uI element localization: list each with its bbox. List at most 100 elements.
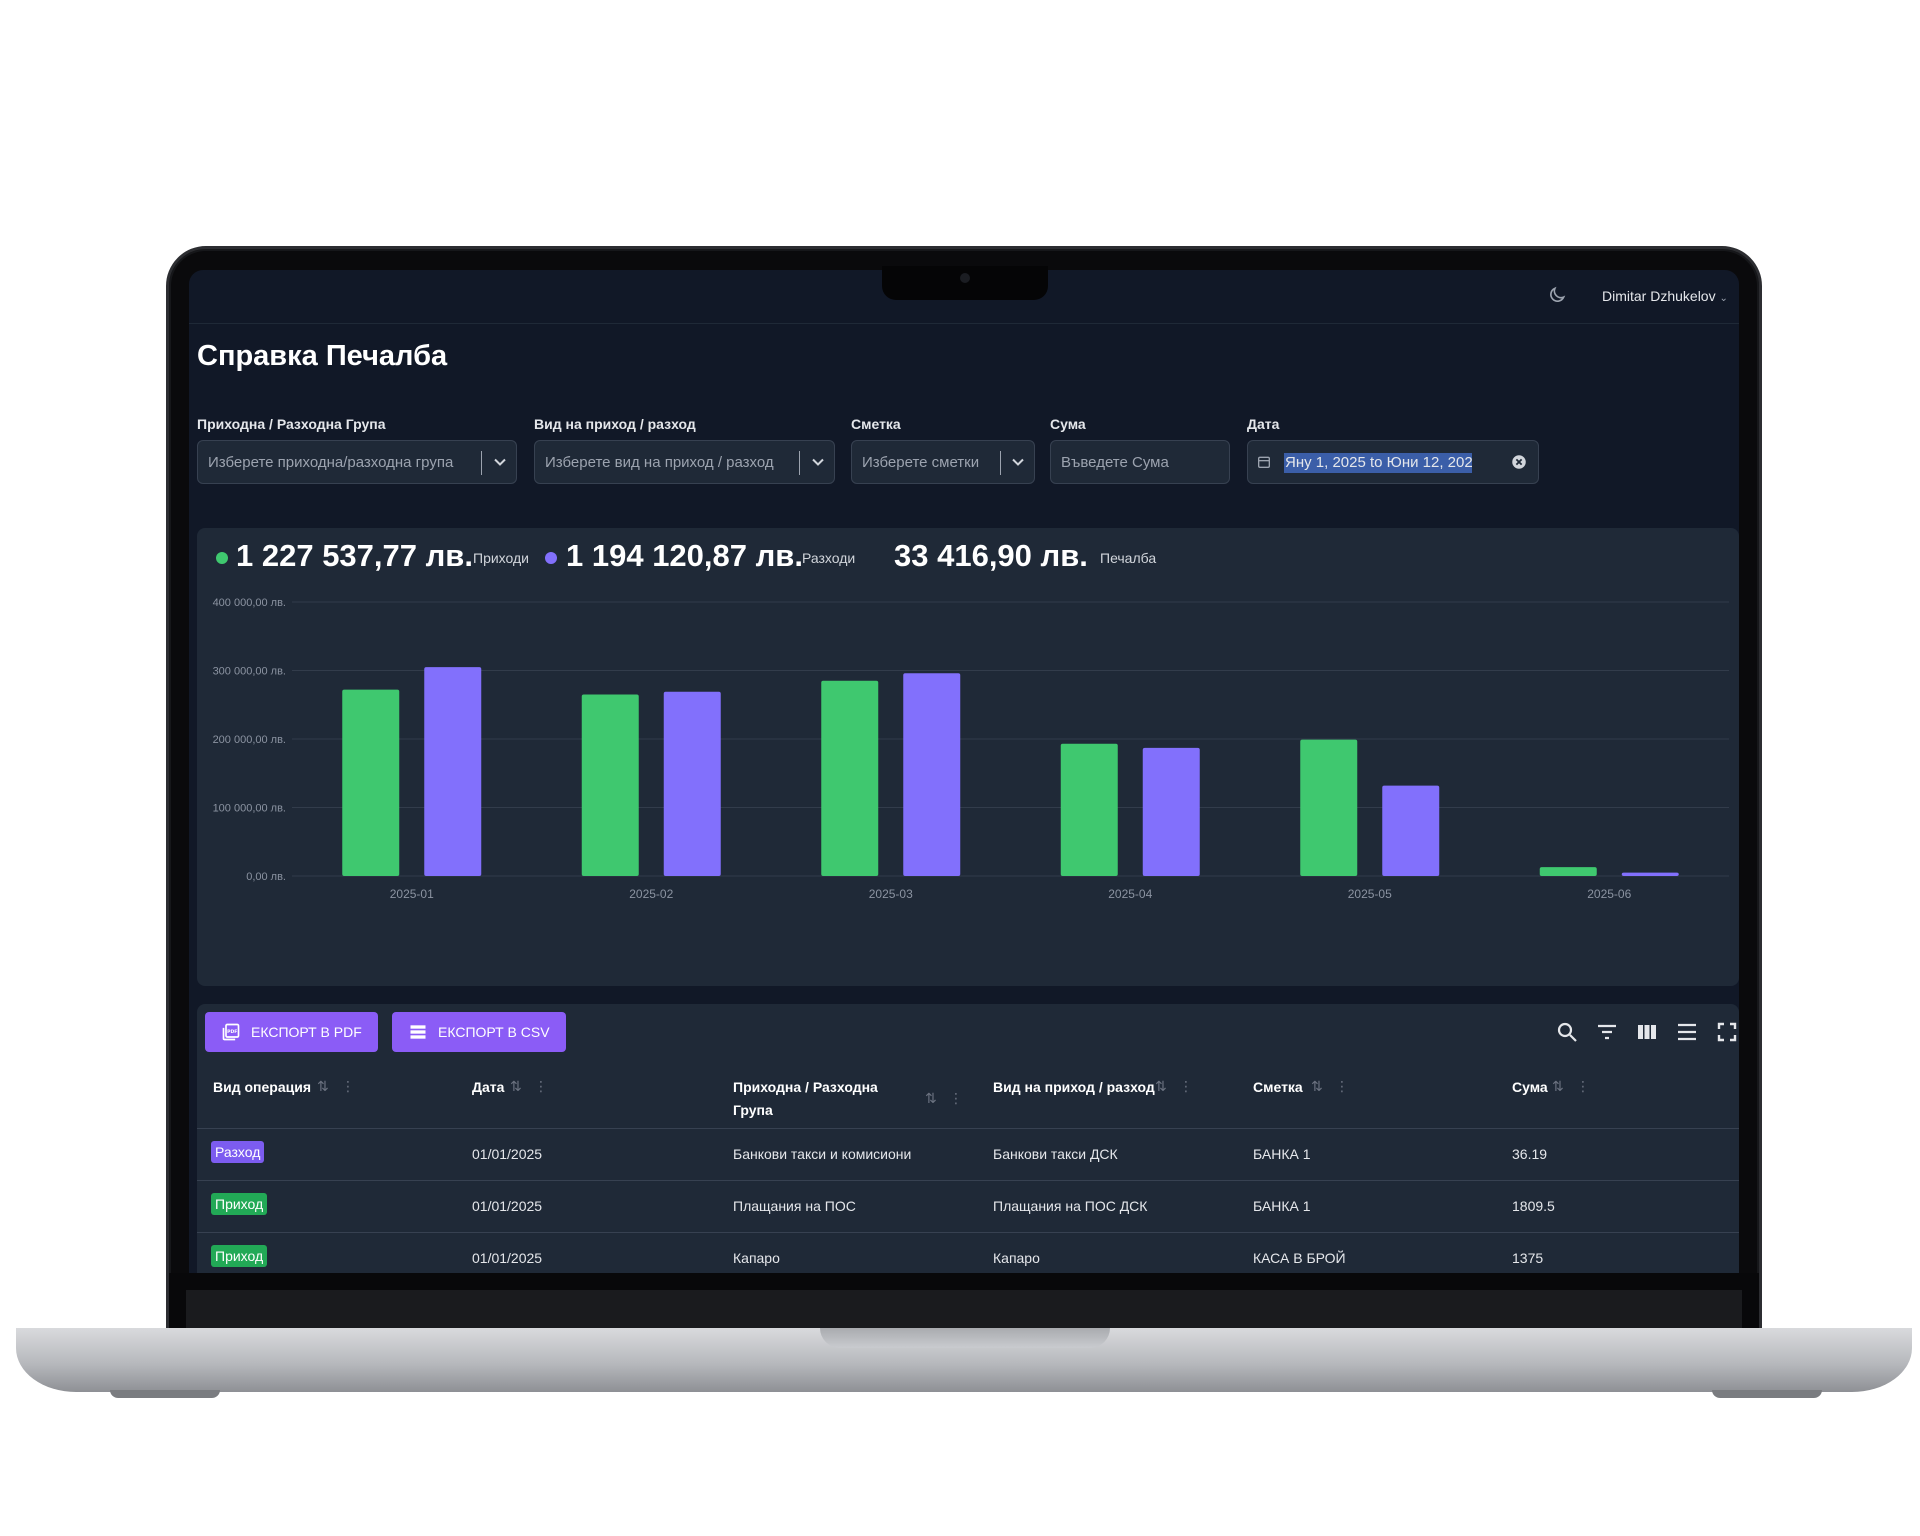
calendar-icon [1258,456,1270,468]
chevron-down-icon[interactable] [1008,451,1028,473]
x-tick-label: 2025-04 [1108,887,1152,901]
income-bar[interactable] [1060,743,1118,876]
operation-badge: Разход [211,1141,265,1163]
income-bar[interactable] [1300,739,1358,876]
filter-icon[interactable] [1595,1020,1619,1044]
density-icon[interactable] [1675,1020,1699,1044]
operation-badge: Приход [211,1245,268,1267]
columns-icon[interactable] [1635,1020,1659,1044]
y-tick-label: 400 000,00 лв. [213,597,286,609]
amount-cell: 1375 [1512,1250,1544,1266]
clear-icon[interactable] [1510,453,1528,471]
expense-bar[interactable] [1382,785,1440,876]
expense-bar[interactable] [1621,872,1679,876]
account-select[interactable]: Изберете сметки [851,440,1035,484]
user-name: Dimitar Dzhukelov [1602,288,1716,304]
chevron-down-icon: ⌄ [1719,293,1728,304]
camera-icon [960,273,970,283]
table-row[interactable]: Приход 01/01/2025 Капаро Капаро КАСА В Б… [197,1232,1739,1273]
amount-input[interactable]: Въведете Сума [1050,440,1230,484]
column-header-operation[interactable]: Вид операция [213,1076,311,1099]
search-icon[interactable] [1555,1020,1579,1044]
type-cell: Капаро [993,1250,1040,1266]
expense-bar[interactable] [663,691,721,876]
y-tick-label: 0,00 лв. [246,871,286,883]
column-header-date[interactable]: Дата [472,1076,504,1099]
sort-icon[interactable]: ⇅ [1552,1078,1564,1095]
amount-cell: 1809.5 [1512,1198,1555,1214]
type-select-placeholder: Изберете вид на приход / разход [545,454,774,471]
column-menu-icon[interactable]: ⋮ [949,1090,963,1107]
y-tick-label: 100 000,00 лв. [213,803,286,815]
date-cell: 01/01/2025 [472,1250,543,1266]
group-select[interactable]: Изберете приходна/разходна група [197,440,517,484]
x-tick-label: 2025-01 [390,887,434,901]
export-csv-button[interactable]: ЕКСПОРТ В CSV [392,1012,566,1052]
page-title: Справка Печалба [197,340,448,372]
column-menu-icon[interactable]: ⋮ [1335,1078,1349,1095]
amount-cell: 36.19 [1512,1146,1548,1162]
svg-text:PDF: PDF [227,1029,237,1035]
date-filter-label: Дата [1247,416,1280,432]
export-csv-label: ЕКСПОРТ В CSV [438,1024,550,1040]
export-pdf-label: ЕКСПОРТ В PDF [251,1024,362,1040]
select-separator [481,451,482,475]
expense-bar[interactable] [1142,747,1200,876]
date-range-input[interactable]: Яну 1, 2025 to Юни 12, 2025 [1247,440,1539,484]
income-bar[interactable] [581,694,639,876]
column-header-amount[interactable]: Сума [1512,1076,1548,1099]
group-cell: Капаро [733,1250,780,1266]
bar-chart: 0,00 лв. 100 000,00 лв. 200 000,00 лв. 300 … [213,597,1729,901]
column-menu-icon[interactable]: ⋮ [534,1078,548,1095]
type-cell: Плащания на ПОС ДСК [993,1198,1148,1214]
chevron-down-icon[interactable] [808,451,828,473]
expense-bar[interactable] [903,673,961,876]
select-separator [1000,451,1001,475]
table-row[interactable]: Приход 01/01/2025 Плащания на ПОС Плащан… [197,1180,1739,1232]
sort-icon[interactable]: ⇅ [925,1090,937,1107]
export-pdf-button[interactable]: PDF ЕКСПОРТ В PDF [205,1012,378,1052]
group-cell: Плащания на ПОС [733,1198,856,1214]
column-menu-icon[interactable]: ⋮ [341,1078,355,1095]
income-bar[interactable] [821,680,879,876]
y-tick-label: 300 000,00 лв. [213,666,286,678]
table-row[interactable]: Разход 01/01/2025 Банкови такси и комиси… [197,1128,1739,1180]
moon-icon [1550,286,1566,302]
column-header-type[interactable]: Вид на приход / разход [993,1076,1155,1099]
chevron-down-icon[interactable] [490,451,510,473]
group-cell: Банкови такси и комисиони [733,1146,912,1162]
sort-icon[interactable]: ⇅ [510,1078,522,1095]
x-tick-label: 2025-02 [629,887,673,901]
user-menu[interactable]: Dimitar Dzhukelov ⌄ [1602,288,1728,304]
sort-icon[interactable]: ⇅ [317,1078,329,1095]
type-filter-label: Вид на приход / разход [534,416,696,432]
income-bar[interactable] [342,689,400,876]
column-header-account[interactable]: Сметка [1253,1076,1303,1099]
app-screen: Dimitar Dzhukelov ⌄ Справка Печалба Прих… [189,270,1739,1273]
y-tick-label: 200 000,00 лв. [213,734,286,746]
dark-mode-toggle[interactable] [1547,285,1567,305]
sort-icon[interactable]: ⇅ [1155,1078,1167,1095]
fullscreen-icon[interactable] [1715,1020,1739,1044]
amount-filter-label: Сума [1050,416,1086,432]
operation-badge: Приход [211,1193,268,1215]
date-range-value: Яну 1, 2025 to Юни 12, 2025 [1284,453,1472,473]
column-menu-icon[interactable]: ⋮ [1576,1078,1590,1095]
account-select-placeholder: Изберете сметки [862,454,980,471]
camera-notch [882,266,1048,300]
expense-bar[interactable] [424,667,482,876]
type-cell: Банкови такси ДСК [993,1146,1118,1162]
sort-icon[interactable]: ⇅ [1311,1078,1323,1095]
column-menu-icon[interactable]: ⋮ [1179,1078,1193,1095]
x-tick-label: 2025-03 [869,887,913,901]
date-cell: 01/01/2025 [472,1146,543,1162]
group-filter-label: Приходна / Разходна Група [197,416,386,432]
amount-input-placeholder: Въведете Сума [1061,454,1169,471]
trackpad-notch [820,1328,1110,1348]
type-select[interactable]: Изберете вид на приход / разход [534,440,835,484]
x-tick-label: 2025-05 [1348,887,1392,901]
hinge-strip [186,1290,1742,1328]
income-bar[interactable] [1539,867,1597,876]
x-tick-label: 2025-06 [1587,887,1631,901]
column-header-group[interactable]: Приходна / Разходна Група [733,1076,903,1122]
